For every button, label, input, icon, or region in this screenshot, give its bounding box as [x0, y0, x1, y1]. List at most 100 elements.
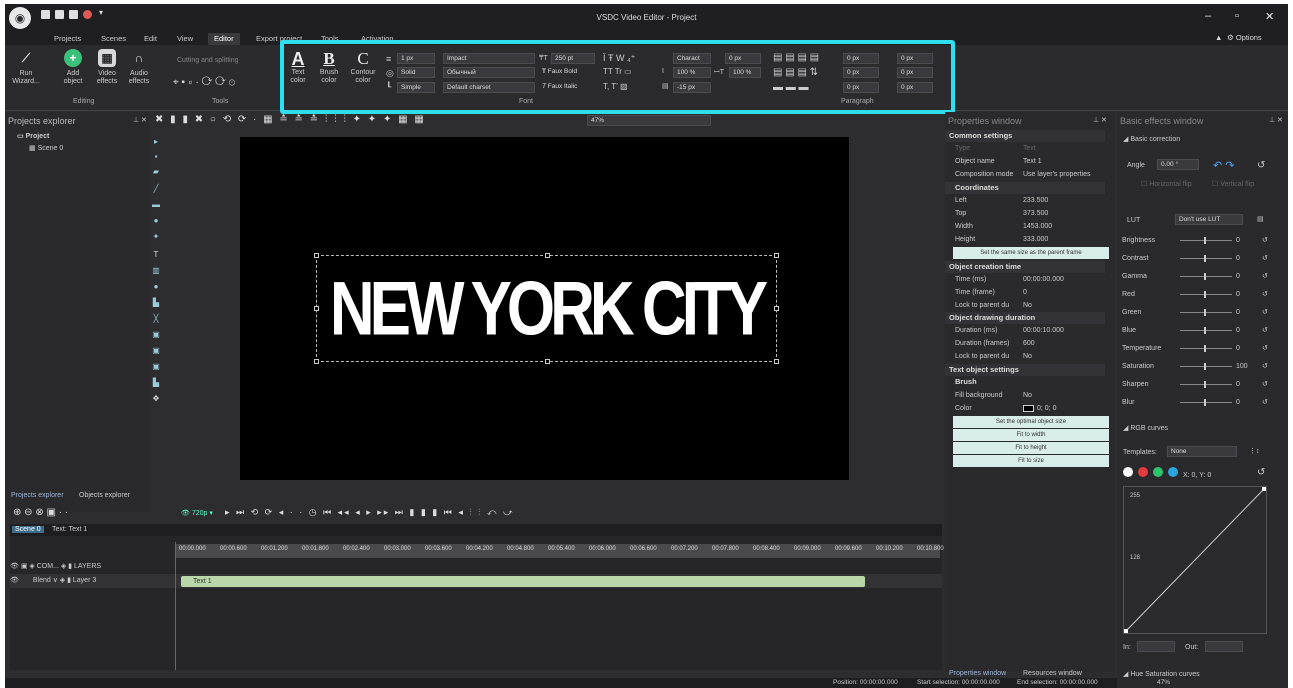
- tab-projects-explorer[interactable]: Projects explorer: [11, 492, 64, 499]
- optimal-size-button[interactable]: Set the optimal object size: [953, 416, 1109, 428]
- curve-channels[interactable]: X: 0, Y: 0: [1123, 467, 1211, 479]
- effect-slider[interactable]: [1180, 309, 1232, 316]
- vertical-flip-checkbox[interactable]: ☐ Vertical flip: [1212, 180, 1254, 188]
- effect-row-red[interactable]: Red 0 ↺: [1122, 288, 1272, 302]
- tool-levels-icon[interactable]: ▙: [151, 378, 161, 387]
- rgb-curve-graph[interactable]: 255 128: [1123, 486, 1267, 634]
- tool-shape-icon[interactable]: ▰: [151, 167, 161, 176]
- reset-icon[interactable]: ↺: [1262, 360, 1268, 374]
- curve-out-input[interactable]: [1205, 641, 1243, 652]
- prop-top[interactable]: Top 373.500: [945, 207, 1105, 220]
- prop-time-ms[interactable]: Time (ms) 00:00:00.000: [945, 273, 1105, 286]
- tool-text-icon[interactable]: T: [151, 250, 161, 259]
- section-common-settings[interactable]: Common settings: [945, 130, 1105, 142]
- channel-blue-icon[interactable]: [1168, 467, 1178, 477]
- tab-resources-window[interactable]: Resources window: [1023, 670, 1082, 677]
- prop-width[interactable]: Width 1453.000: [945, 220, 1105, 233]
- tool-move-icon[interactable]: ✥: [151, 394, 161, 403]
- editor-toolbar[interactable]: ✖ ▮ ▮ ✖ ○ ⟲ ⟳ · ▦ ≛ ≛ ≛ ⫶ ⫶ ⫶ ✦ ✦ ✦ ▦ ▦: [155, 114, 426, 125]
- reset-icon[interactable]: ↺: [1262, 342, 1268, 356]
- menu-scenes[interactable]: Scenes: [95, 33, 132, 45]
- reset-icon[interactable]: ↺: [1262, 270, 1268, 284]
- fit-width-button[interactable]: Fit to width: [953, 429, 1109, 441]
- channel-green-icon[interactable]: [1153, 467, 1163, 477]
- video-effects-button[interactable]: ▦ Video effects: [91, 49, 123, 86]
- tool-chart-icon[interactable]: ●: [151, 282, 161, 291]
- prop-lock-parent-2[interactable]: Lock to parent du No: [945, 350, 1105, 363]
- maximize-icon[interactable]: ▫: [1235, 10, 1239, 22]
- effect-row-saturation[interactable]: Saturation 100 ↺: [1122, 360, 1272, 374]
- curve-reset-icon[interactable]: ↺: [1257, 467, 1265, 478]
- reset-icon[interactable]: ↺: [1262, 288, 1268, 302]
- resize-handle-tl[interactable]: [314, 253, 319, 258]
- audio-effects-button[interactable]: ∩ Audio effects: [123, 49, 155, 86]
- effects-pin-close[interactable]: ⊥ ✕: [1269, 116, 1283, 124]
- effect-slider[interactable]: [1180, 327, 1232, 334]
- tool-histogram-icon[interactable]: ▙: [151, 298, 161, 307]
- same-size-button[interactable]: Set the same size as the parent frame: [953, 247, 1109, 259]
- tool-line-icon[interactable]: ╱: [151, 184, 161, 193]
- section-coordinates[interactable]: Coordinates: [945, 182, 1105, 194]
- zoom-select[interactable]: 47%: [587, 115, 711, 126]
- effect-row-sharpen[interactable]: Sharpen 0 ↺: [1122, 378, 1272, 392]
- preview-canvas[interactable]: NEW YORK CITY: [240, 137, 849, 480]
- prop-duration-ms[interactable]: Duration (ms) 00:00:10.000: [945, 324, 1105, 337]
- collapse-ribbon-icon[interactable]: ▲: [1215, 33, 1222, 42]
- section-rgb-curves[interactable]: ◢ RGB curves: [1123, 424, 1168, 432]
- tool-image-icon[interactable]: ▪: [151, 152, 161, 161]
- reset-icon[interactable]: ↺: [1262, 252, 1268, 266]
- tree-project[interactable]: ▭ Project: [17, 132, 49, 140]
- tab-properties-window[interactable]: Properties window: [949, 670, 1006, 677]
- channel-white-icon[interactable]: [1123, 467, 1133, 477]
- resize-handle-tr[interactable]: [774, 253, 779, 258]
- tab-text-object[interactable]: Text: Text 1: [52, 526, 87, 533]
- resize-handle-t[interactable]: [545, 253, 550, 258]
- resize-handle-r[interactable]: [774, 306, 779, 311]
- add-object-button[interactable]: + Add object: [57, 49, 89, 86]
- tool-sprite-icon[interactable]: ✦: [151, 232, 161, 241]
- horizontal-flip-checkbox[interactable]: ☐ Horizontal flip: [1141, 180, 1192, 188]
- prop-color[interactable]: Color 0; 0; 0: [945, 402, 1105, 415]
- effect-slider[interactable]: [1180, 345, 1232, 352]
- reset-icon[interactable]: ↺: [1262, 324, 1268, 338]
- menu-view[interactable]: View: [171, 33, 199, 45]
- effect-row-green[interactable]: Green 0 ↺: [1122, 306, 1272, 320]
- resize-handle-bl[interactable]: [314, 359, 319, 364]
- section-hue-saturation[interactable]: ◢ Hue Saturation curves: [1123, 670, 1200, 678]
- prop-fill-background[interactable]: Fill background No: [945, 389, 1105, 402]
- tab-objects-explorer[interactable]: Objects explorer: [79, 492, 130, 499]
- effect-row-blur[interactable]: Blur 0 ↺: [1122, 396, 1272, 410]
- properties-pin-close[interactable]: ⊥ ✕: [1093, 116, 1107, 124]
- resize-handle-l[interactable]: [314, 306, 319, 311]
- tools-icons-row[interactable]: ⌖ ▪ ⌑ · ⟳ ⟳ ⊙: [173, 77, 235, 88]
- close-icon[interactable]: ✕: [1265, 10, 1274, 23]
- playback-controls[interactable]: ▸ ⏭ ⟲ ⟳ ◂ · · ◷ ⏮ ◂◂ ◂ ▸ ▸▸ ⏭ ▮ ▮ ▮ ⏮ ◂ …: [225, 507, 515, 518]
- menu-editor[interactable]: Editor: [208, 33, 240, 45]
- text-object-selection[interactable]: NEW YORK CITY: [314, 253, 779, 364]
- tool-video-icon[interactable]: ▣: [151, 330, 161, 339]
- rotate-icons[interactable]: ↶ ↷: [1213, 159, 1235, 172]
- prop-height[interactable]: Height 333.000: [945, 233, 1105, 246]
- eye-lock-icons[interactable]: 👁 ▣ ◈: [10, 563, 35, 570]
- tool-subtitle-icon[interactable]: ▥: [151, 266, 161, 275]
- effect-row-brightness[interactable]: Brightness 0 ↺: [1122, 234, 1272, 248]
- playhead[interactable]: [175, 542, 176, 670]
- prop-duration-frames[interactable]: Duration (frames) 600: [945, 337, 1105, 350]
- templates-select[interactable]: None: [1167, 446, 1237, 457]
- minimize-icon[interactable]: –: [1205, 10, 1211, 22]
- tree-scene[interactable]: ▦ Scene 0: [29, 144, 63, 152]
- resize-handle-br[interactable]: [774, 359, 779, 364]
- reset-icon[interactable]: ↺: [1262, 306, 1268, 320]
- lut-folder-icon[interactable]: ▤: [1257, 215, 1264, 223]
- pin-close-icons[interactable]: ⊥ ✕: [133, 116, 147, 124]
- effect-row-contrast[interactable]: Contrast 0 ↺: [1122, 252, 1272, 266]
- reset-icon[interactable]: ↺: [1262, 234, 1268, 248]
- effect-slider[interactable]: [1180, 363, 1232, 370]
- tool-audio-icon[interactable]: ▣: [151, 346, 161, 355]
- effect-slider[interactable]: [1180, 273, 1232, 280]
- prop-time-frame[interactable]: Time (frame) 0: [945, 286, 1105, 299]
- effect-row-blue[interactable]: Blue 0 ↺: [1122, 324, 1272, 338]
- resolution-select[interactable]: 👁 720p ▾: [181, 509, 213, 517]
- time-ruler[interactable]: 00:00.000 00:00.600 00:01.200 00:01.800 00:0…: [175, 544, 944, 558]
- color-swatch[interactable]: [1023, 405, 1034, 412]
